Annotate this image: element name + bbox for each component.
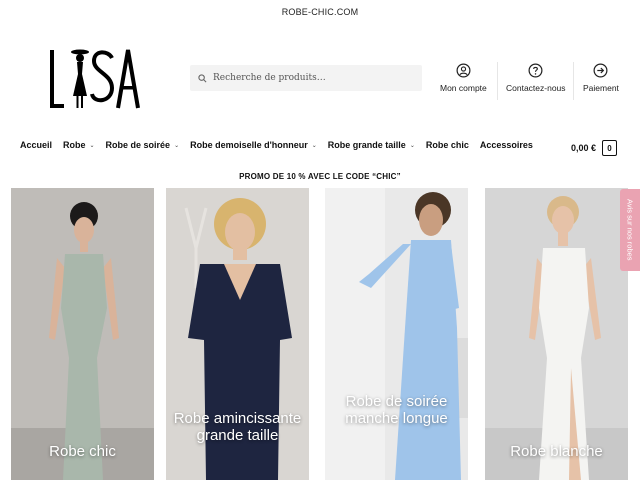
header-divider — [573, 62, 574, 100]
nav-item-label: Robe — [63, 140, 86, 150]
header-divider — [497, 62, 498, 100]
help-circle-icon — [528, 63, 543, 78]
nav-item-label: Accessoires — [479, 140, 533, 150]
chevron-down-icon: ⌄ — [89, 142, 95, 149]
nav-item-accueil[interactable]: Accueil — [20, 140, 52, 150]
cart-total: 0,00 € — [571, 143, 597, 153]
payment-link[interactable]: Paiement — [583, 63, 619, 93]
nav-item-label: Robe demoiselle d'honneur — [190, 140, 308, 150]
search-bar[interactable] — [190, 65, 422, 91]
nav-item-label: Accueil — [20, 140, 53, 150]
product-photo — [325, 188, 468, 480]
search-input[interactable] — [213, 73, 413, 83]
product-photo — [11, 188, 154, 480]
account-link-label: Mon compte — [440, 83, 487, 93]
category-caption: Robe amincissante grande taille — [173, 410, 302, 444]
chevron-down-icon: ⌄ — [174, 142, 180, 149]
cart-button[interactable]: 0,00 € 0 — [571, 140, 618, 156]
nav-item-robe-demoiselle-honneur[interactable]: Robe demoiselle d'honneur ⌄ — [190, 140, 317, 150]
cart-count-badge: 0 — [602, 140, 618, 156]
reviews-side-tab[interactable]: Avis sur nos robes — [620, 189, 640, 271]
nav-item-label: Robe de soirée — [105, 140, 171, 150]
account-link[interactable]: Mon compte — [440, 63, 487, 93]
nav-item-accessoires[interactable]: Accessoires — [480, 140, 533, 150]
main-nav: Accueil Robe ⌄ Robe de soirée ⌄ Robe dem… — [20, 140, 544, 150]
category-caption: Robe de soirée manche longue — [345, 393, 448, 427]
payment-link-label: Paiement — [583, 83, 619, 93]
category-grid: Robe chic Robe amincissante grande taill… — [11, 188, 629, 480]
arrow-circle-icon — [593, 63, 608, 78]
chevron-down-icon: ⌄ — [311, 142, 317, 149]
nav-item-robe[interactable]: Robe ⌄ — [63, 140, 95, 150]
chevron-down-icon: ⌄ — [409, 142, 415, 149]
contact-link[interactable]: Contactez-nous — [506, 63, 566, 93]
search-icon — [198, 73, 207, 82]
top-bar-domain: ROBE-CHIC.COM — [281, 7, 359, 17]
category-caption: Robe blanche — [510, 443, 603, 460]
site-logo[interactable] — [46, 44, 142, 112]
category-card-robe-blanche[interactable]: Robe blanche — [485, 188, 628, 480]
nav-item-robe-de-soiree[interactable]: Robe de soirée ⌄ — [106, 140, 180, 150]
category-card-robe-chic[interactable]: Robe chic — [11, 188, 154, 480]
product-photo — [485, 188, 628, 480]
nav-item-robe-chic[interactable]: Robe chic — [426, 140, 469, 150]
promo-banner: PROMO DE 10 % AVEC LE CODE “CHIC” — [239, 172, 401, 181]
contact-link-label: Contactez-nous — [506, 83, 566, 93]
nav-item-robe-grande-taille[interactable]: Robe grande taille ⌄ — [328, 140, 415, 150]
user-icon — [456, 63, 471, 78]
category-caption: Robe chic — [49, 443, 116, 460]
nav-item-label: Robe grande taille — [327, 140, 406, 150]
category-card-robe-soiree-manche-longue[interactable]: Robe de soirée manche longue — [325, 188, 468, 480]
category-card-robe-amincissante[interactable]: Robe amincissante grande taille — [166, 188, 309, 480]
nav-item-label: Robe chic — [425, 140, 469, 150]
